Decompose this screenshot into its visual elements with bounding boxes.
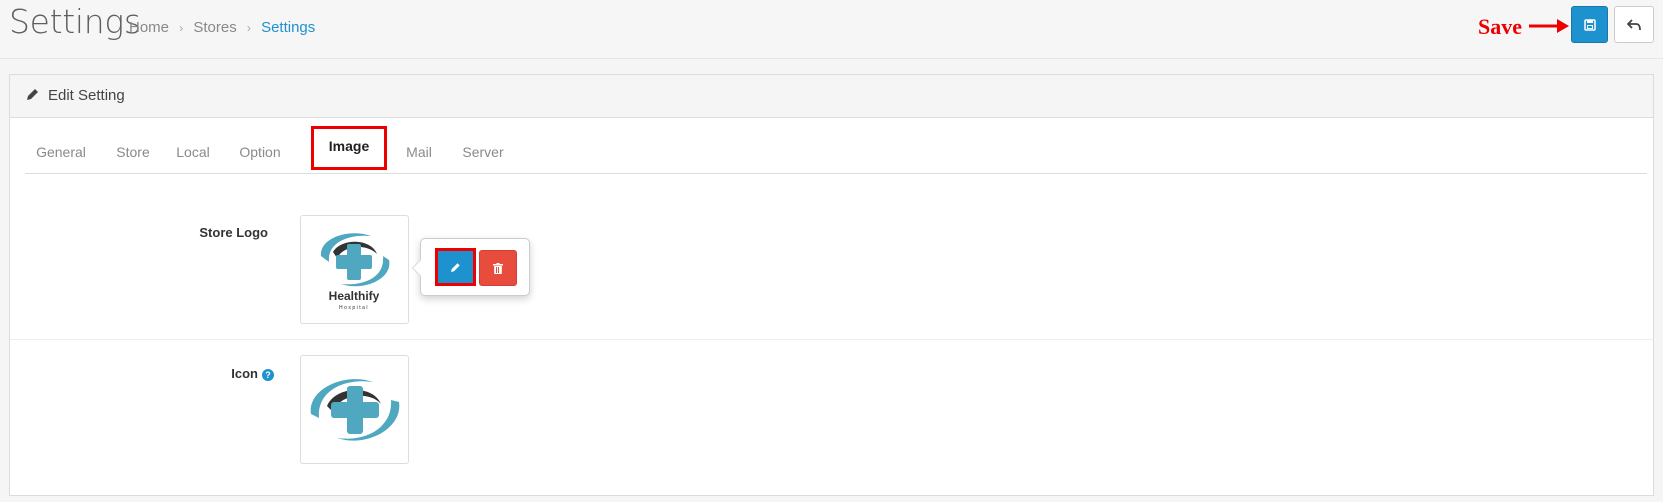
save-button[interactable] bbox=[1571, 6, 1608, 43]
save-annotation-label: Save bbox=[1478, 14, 1522, 39]
panel-heading: Edit Setting bbox=[10, 75, 1653, 118]
store-logo-thumbnail[interactable]: Healthify Hospital bbox=[300, 215, 409, 324]
icon-label: Icon? bbox=[150, 366, 274, 381]
settings-tabs: General Store Local Option Image Mail Se… bbox=[25, 126, 1647, 174]
breadcrumb: Home › Stores › Settings bbox=[129, 19, 315, 36]
tab-local[interactable]: Local bbox=[171, 132, 215, 173]
form-row-divider bbox=[10, 339, 1653, 340]
breadcrumb-home[interactable]: Home bbox=[129, 19, 169, 36]
image-action-popover bbox=[412, 238, 530, 296]
breadcrumb-separator: › bbox=[179, 21, 184, 35]
tab-server[interactable]: Server bbox=[455, 132, 511, 173]
delete-image-button[interactable] bbox=[479, 250, 517, 286]
tab-option[interactable]: Option bbox=[229, 132, 291, 173]
icon-label-text: Icon bbox=[231, 366, 258, 381]
logo-brand-text: Healthify bbox=[329, 289, 380, 303]
help-icon[interactable]: ? bbox=[262, 368, 274, 381]
store-logo-label: Store Logo bbox=[199, 225, 268, 240]
tab-general[interactable]: General bbox=[25, 132, 97, 173]
floppy-disk-icon bbox=[1583, 18, 1596, 31]
tab-store[interactable]: Store bbox=[110, 132, 156, 173]
tab-image[interactable]: Image bbox=[311, 126, 387, 170]
trash-icon bbox=[493, 262, 503, 274]
icon-thumbnail[interactable] bbox=[300, 355, 409, 464]
breadcrumb-stores[interactable]: Stores bbox=[193, 19, 236, 36]
popover-caret bbox=[412, 259, 421, 277]
breadcrumb-separator: › bbox=[246, 21, 251, 35]
page-title: Settings bbox=[9, 2, 141, 41]
page-header: Settings Home › Stores › Settings Save bbox=[0, 0, 1663, 59]
back-button[interactable] bbox=[1614, 6, 1654, 43]
edit-setting-panel: Edit Setting General Store Local Option … bbox=[9, 74, 1654, 496]
breadcrumb-settings[interactable]: Settings bbox=[261, 19, 315, 36]
pencil-icon bbox=[27, 89, 38, 100]
pencil-icon bbox=[451, 262, 460, 272]
panel-title: Edit Setting bbox=[48, 87, 125, 104]
healthify-logo-image: Healthify Hospital bbox=[320, 233, 390, 311]
tab-mail[interactable]: Mail bbox=[399, 132, 439, 173]
reply-icon bbox=[1627, 18, 1641, 30]
edit-image-button[interactable] bbox=[435, 248, 476, 286]
logo-sub-text: Hospital bbox=[339, 305, 369, 311]
healthify-icon-image bbox=[310, 379, 400, 441]
annotation-arrow-icon bbox=[1529, 19, 1569, 33]
